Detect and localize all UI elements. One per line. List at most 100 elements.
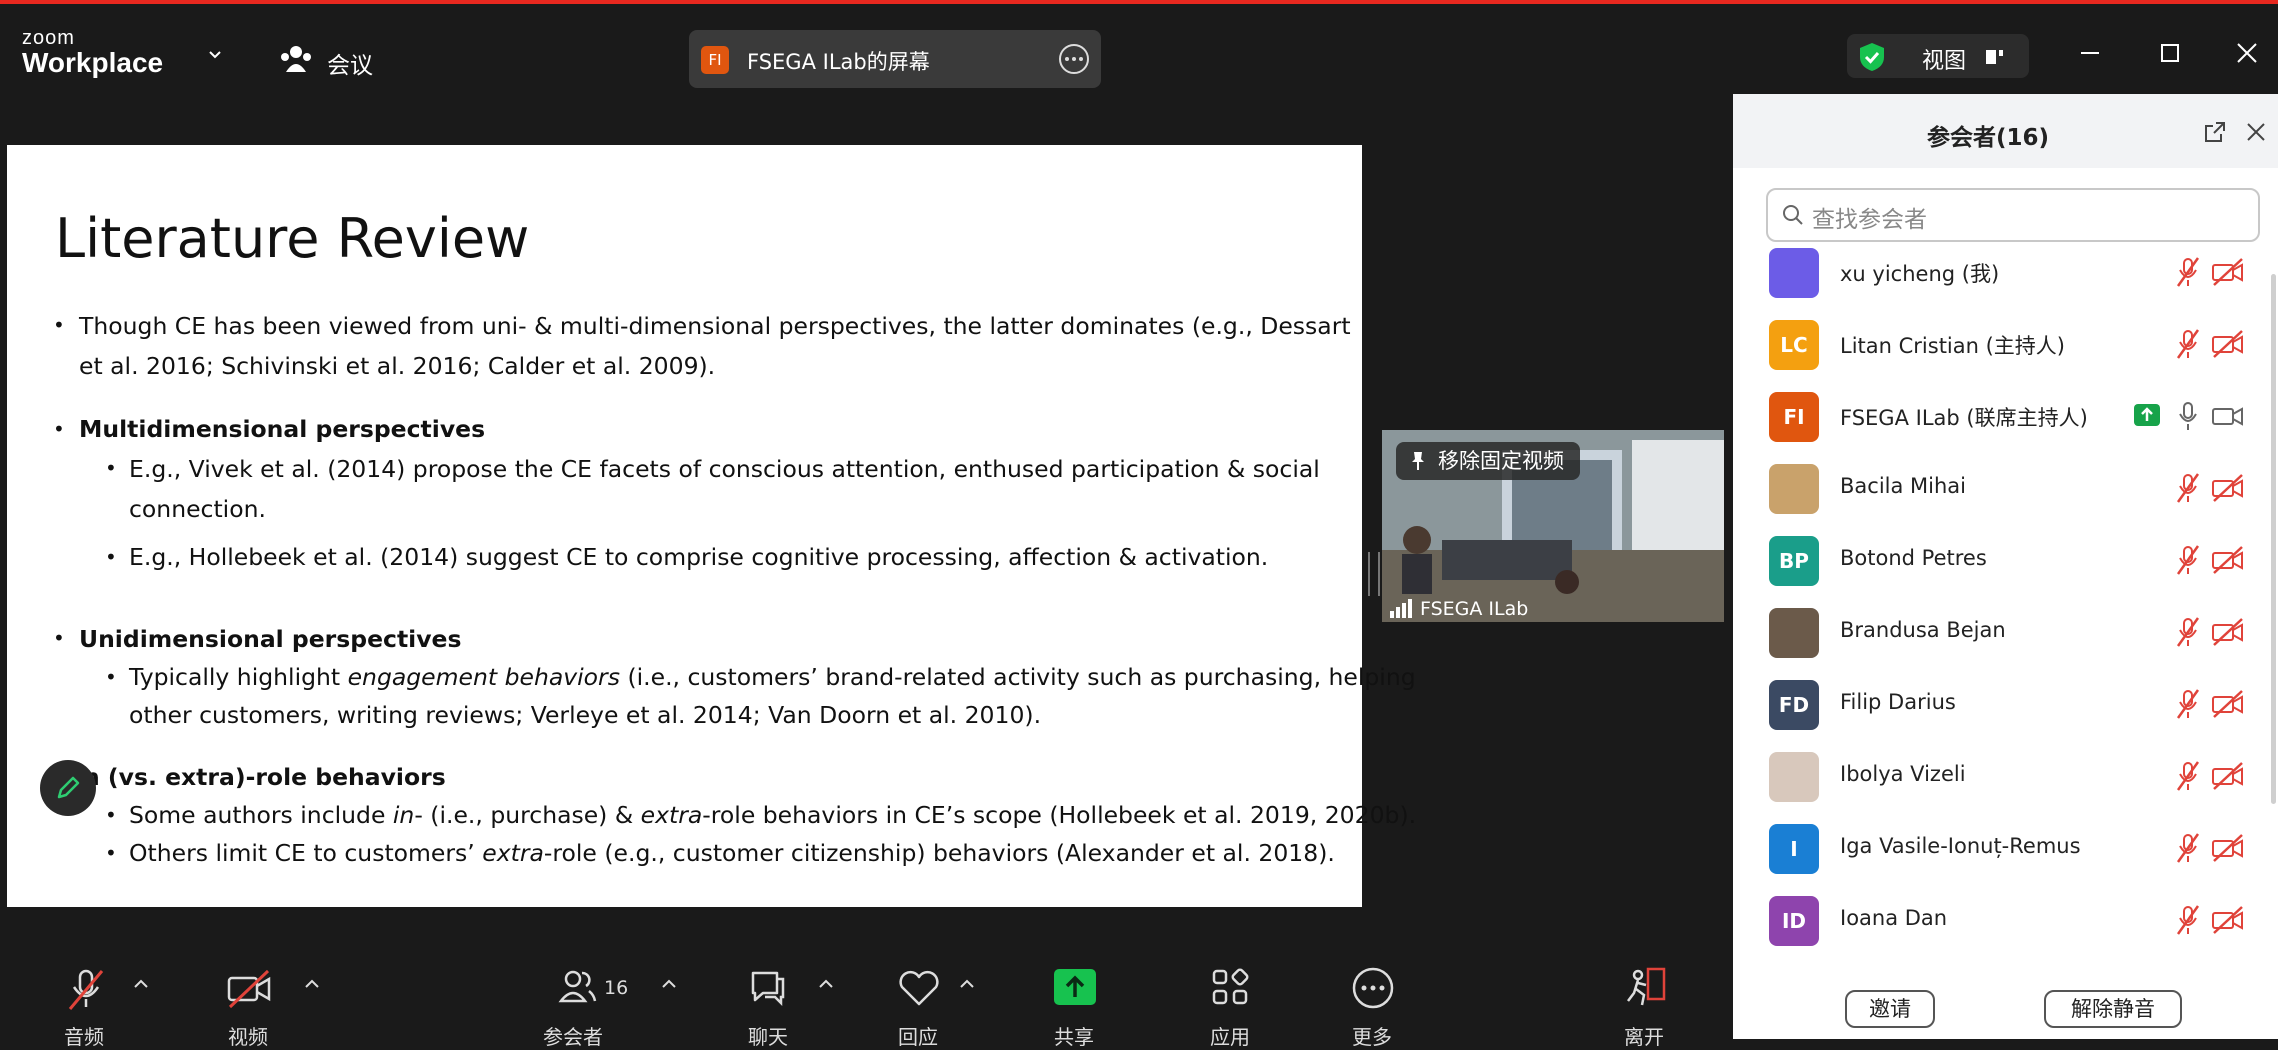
video-off-icon[interactable] xyxy=(2211,330,2245,358)
mic-muted-icon[interactable] xyxy=(2173,472,2203,504)
video-off-icon[interactable] xyxy=(2211,690,2245,718)
participant-row[interactable]: FI FSEGA ILab (联席主持人) xyxy=(1733,382,2278,448)
participant-row[interactable]: Ibolya Vizeli xyxy=(1733,742,2278,808)
participant-name: Ioana Dan xyxy=(1840,906,1948,930)
share-label: 共享 xyxy=(1054,1025,1094,1049)
close-panel-icon[interactable] xyxy=(2246,122,2266,142)
avatar xyxy=(1769,464,1819,514)
share-screen-icon[interactable] xyxy=(1054,969,1096,1005)
slide-text-line: E.g., Hollebeek et al. (2014) suggest CE… xyxy=(129,543,1269,571)
participant-row[interactable]: BP Botond Petres xyxy=(1733,526,2278,592)
audio-options-caret[interactable] xyxy=(133,977,149,989)
participant-search-input[interactable]: 查找参会者 xyxy=(1766,188,2260,242)
scrollbar[interactable] xyxy=(2271,274,2276,804)
participants-icon[interactable] xyxy=(558,967,598,1007)
participant-name: Iga Vasile-Ionuț-Remus xyxy=(1840,834,2081,858)
video-participant-name: FSEGA ILab xyxy=(1420,598,1529,620)
unpin-video-tooltip[interactable]: 移除固定视频 xyxy=(1396,442,1580,480)
mic-muted-icon[interactable] xyxy=(2173,832,2203,864)
title-bar: zoom Workplace 会议 FI FSEGA ILab的屏幕 视图 xyxy=(0,4,2278,94)
participant-row[interactable]: Bacila Mihai xyxy=(1733,454,2278,520)
bullet-dot: • xyxy=(105,545,117,569)
participant-row[interactable]: LC Litan Cristian (主持人) xyxy=(1733,310,2278,376)
video-off-icon[interactable] xyxy=(2211,474,2245,502)
participants-panel: 参会者(16) 查找参会者 xu yicheng (我) LC Litan Cris… xyxy=(1733,94,2278,1039)
meeting-tab-label[interactable]: 会议 xyxy=(327,46,373,80)
chat-label: 聊天 xyxy=(748,1025,788,1049)
participant-row[interactable]: xu yicheng (我) xyxy=(1733,238,2278,304)
participant-row[interactable]: ID Ioana Dan xyxy=(1733,886,2278,952)
unmute-all-button[interactable]: 解除静音 xyxy=(2044,990,2182,1028)
sharing-screen-icon xyxy=(2134,404,2160,426)
pinned-video-tile[interactable]: 移除固定视频 FSEGA ILab xyxy=(1382,430,1724,622)
screen-share-indicator[interactable]: FI FSEGA ILab的屏幕 xyxy=(689,30,1101,88)
video-off-icon[interactable] xyxy=(2211,546,2245,574)
video-off-icon[interactable] xyxy=(2211,762,2245,790)
video-off-icon[interactable] xyxy=(2211,834,2245,862)
mic-muted-icon[interactable] xyxy=(64,967,108,1011)
chat-options-caret[interactable] xyxy=(818,977,834,989)
popout-icon[interactable] xyxy=(2203,120,2227,144)
chat-icon[interactable] xyxy=(747,967,789,1007)
participant-name: Brandusa Bejan xyxy=(1840,618,2006,642)
apps-icon[interactable] xyxy=(1210,967,1250,1007)
participant-row[interactable]: Brandusa Bejan xyxy=(1733,598,2278,664)
leave-label: 离开 xyxy=(1624,1025,1664,1049)
annotate-button[interactable] xyxy=(40,760,96,816)
invite-button[interactable]: 邀请 xyxy=(1845,990,1935,1028)
close-window-icon[interactable] xyxy=(2232,38,2262,68)
meeting-icon[interactable] xyxy=(280,44,312,74)
participants-options-caret[interactable] xyxy=(661,977,677,989)
panel-header: 参会者(16) xyxy=(1733,94,2278,168)
participant-row[interactable]: I Iga Vasile-Ionuț-Remus xyxy=(1733,814,2278,880)
mic-muted-icon[interactable] xyxy=(2173,688,2203,720)
mic-icon[interactable] xyxy=(2173,400,2203,432)
bullet-dot: • xyxy=(105,841,117,865)
video-off-icon[interactable] xyxy=(226,967,272,1011)
video-options-caret[interactable] xyxy=(304,977,320,989)
mic-muted-icon[interactable] xyxy=(2173,328,2203,360)
more-icon[interactable] xyxy=(1352,967,1394,1009)
slide-text-line: E.g., Vivek et al. (2014) propose the CE… xyxy=(129,455,1320,483)
minimize-icon[interactable] xyxy=(2075,38,2105,68)
chevron-down-icon[interactable] xyxy=(208,48,222,62)
signal-strength-icon xyxy=(1390,599,1412,618)
participants-label: 参会者 xyxy=(543,1025,603,1049)
view-menu-button[interactable]: 视图 xyxy=(1847,34,2029,78)
more-options-icon[interactable] xyxy=(1059,44,1089,74)
avatar xyxy=(1769,608,1819,658)
audio-label: 音频 xyxy=(64,1025,104,1049)
participant-name: Ibolya Vizeli xyxy=(1840,762,1966,786)
avatar xyxy=(1769,752,1819,802)
resize-handle[interactable] xyxy=(1368,552,1380,596)
slide-text-italic: in xyxy=(392,801,415,829)
slide-text-italic: extra xyxy=(482,839,544,867)
video-icon[interactable] xyxy=(2211,402,2245,430)
avatar: BP xyxy=(1769,536,1819,586)
participant-name: Bacila Mihai xyxy=(1840,474,1966,498)
zoom-workplace-logo[interactable]: zoom Workplace xyxy=(22,28,163,78)
video-off-icon[interactable] xyxy=(2211,618,2245,646)
slide-text: Some authors include xyxy=(129,801,393,829)
slide-text-italic: engagement behaviors xyxy=(347,663,620,691)
mic-muted-icon[interactable] xyxy=(2173,904,2203,936)
mic-muted-icon[interactable] xyxy=(2173,256,2203,288)
search-icon xyxy=(1783,205,1803,225)
slide-heading: Unidimensional perspectives xyxy=(79,625,462,653)
maximize-icon[interactable] xyxy=(2155,38,2185,68)
pencil-icon xyxy=(57,776,80,799)
security-shield-icon xyxy=(1860,43,1884,71)
heart-reaction-icon[interactable] xyxy=(897,969,941,1007)
mic-muted-icon[interactable] xyxy=(2173,616,2203,648)
mic-muted-icon[interactable] xyxy=(2173,544,2203,576)
video-off-icon[interactable] xyxy=(2211,258,2245,286)
unpin-label: 移除固定视频 xyxy=(1438,449,1564,473)
mic-muted-icon[interactable] xyxy=(2173,760,2203,792)
video-off-icon[interactable] xyxy=(2211,906,2245,934)
bullet-dot: • xyxy=(105,456,117,480)
brand-workplace-text: Workplace xyxy=(22,47,164,78)
participant-row[interactable]: FD Filip Darius xyxy=(1733,670,2278,736)
more-label: 更多 xyxy=(1352,1025,1392,1049)
leave-meeting-icon[interactable] xyxy=(1624,965,1668,1011)
react-options-caret[interactable] xyxy=(959,977,975,989)
